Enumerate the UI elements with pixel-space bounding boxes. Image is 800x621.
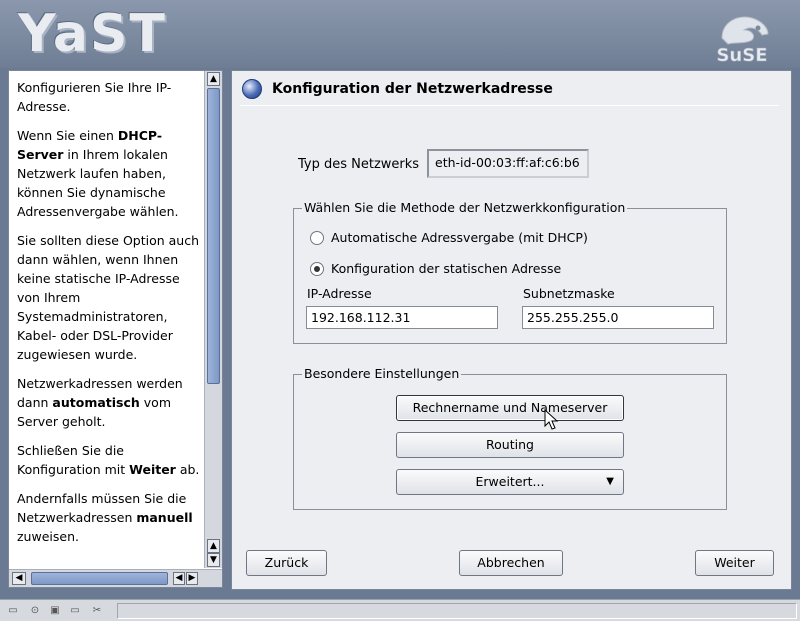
radio-indicator[interactable] (310, 261, 324, 276)
dhcp-radio-label: Automatische Adressvergabe (mit DHCP) (331, 230, 588, 245)
header-bar: YaST SuSE (0, 0, 800, 68)
horizontal-scroll-thumb[interactable] (31, 572, 168, 585)
help-text: Konfigurieren Sie Ihre IP-Adresse. Wenn S… (9, 71, 202, 568)
help-vertical-scrollbar[interactable]: ▲ ▲ ▼ (204, 71, 222, 568)
folder-icon[interactable]: ▭ (69, 605, 81, 616)
help-paragraph: Netzwerkadressen werden dann automatisch… (17, 374, 202, 431)
mouse-pointer-icon (544, 409, 559, 430)
subnet-mask-label: Subnetzmaske (523, 286, 615, 301)
suse-text: SuSE (716, 45, 767, 64)
help-paragraph: Konfigurieren Sie Ihre IP-Adresse. (17, 78, 202, 116)
hostname-nameserver-button[interactable]: Rechnername und Nameserver (396, 395, 624, 421)
special-settings-group: Besondere Einstellungen Rechnername und … (293, 366, 727, 510)
main-panel: Konfiguration der Netzwerkadresse Typ de… (231, 70, 792, 590)
network-globe-icon (242, 79, 262, 99)
scroll-up-arrow-icon[interactable]: ▲ (207, 539, 220, 553)
help-text-run: Konfigurieren Sie Ihre IP-Adresse. (17, 80, 172, 114)
dhcp-radio[interactable]: Automatische Adressvergabe (mit DHCP) (310, 230, 588, 245)
taskbar-task-area (117, 603, 797, 619)
help-bold-text: manuell (136, 510, 193, 525)
advanced-button[interactable]: Erweitert... ▼ (396, 469, 624, 495)
help-bold-text: Weiter (129, 462, 176, 477)
yast-logo: YaST (18, 4, 167, 64)
ip-address-label: IP-Adresse (307, 286, 372, 301)
scroll-left-arrow-icon[interactable]: ◀ (173, 572, 185, 585)
radio-indicator[interactable] (310, 230, 324, 245)
help-paragraph: Wenn Sie einen DHCP-Server in Ihrem loka… (17, 126, 202, 221)
scroll-up-arrow-icon[interactable]: ▲ (207, 72, 220, 86)
method-group-title: Wählen Sie die Methode der Netzwerkkonfi… (302, 200, 628, 215)
routing-button[interactable]: Routing (396, 432, 624, 458)
scroll-left-arrow-icon[interactable]: ◀ (12, 572, 26, 585)
help-panel: Konfigurieren Sie Ihre IP-Adresse. Wenn S… (8, 70, 223, 588)
suse-logo: SuSE (716, 16, 769, 64)
title-row: Konfiguration der Netzwerkadresse (242, 77, 553, 101)
lifebuoy-icon[interactable]: ⊙ (29, 605, 41, 616)
help-text-run: zuweisen. (17, 529, 79, 544)
advanced-button-label: Erweitert... (475, 474, 545, 489)
static-radio[interactable]: Konfiguration der statischen Adresse (310, 261, 561, 276)
help-paragraph: Schließen Sie die Konfiguration mit Weit… (17, 441, 202, 479)
method-group: Wählen Sie die Methode der Netzwerkkonfi… (293, 200, 727, 344)
network-type-value: eth-id-00:03:ff:af:c6:b6 (427, 149, 589, 178)
back-button[interactable]: Zurück (246, 550, 327, 576)
next-button[interactable]: Weiter (695, 550, 774, 576)
static-radio-label: Konfiguration der statischen Adresse (331, 261, 562, 276)
taskbar: ▭ ⊙ ▣ ▭ ✂ (0, 599, 800, 621)
network-type-label: Typ des Netzwerks (298, 157, 420, 172)
scroll-right-arrow-icon[interactable]: ▶ (186, 572, 198, 585)
disk-icon[interactable]: ▣ (49, 605, 61, 616)
vertical-scroll-thumb[interactable] (207, 88, 220, 384)
special-settings-title: Besondere Einstellungen (302, 366, 462, 381)
keyboard-icon[interactable]: ▭ (7, 605, 19, 616)
scroll-down-arrow-icon[interactable]: ▼ (207, 553, 220, 567)
help-horizontal-scrollbar[interactable]: ◀ ◀ ▶ (9, 569, 222, 587)
help-text-run: ab. (175, 462, 200, 477)
subnet-mask-input[interactable]: 255.255.255.0 (522, 306, 714, 329)
tools-icon[interactable]: ✂ (91, 605, 103, 616)
title-divider (240, 105, 779, 106)
help-paragraph: Sie sollten diese Option auch dann wähle… (17, 231, 202, 364)
help-text-run: Schließen Sie die Konfiguration mit (17, 443, 130, 477)
help-bold-text: automatisch (52, 395, 140, 410)
ip-address-input[interactable]: 192.168.112.31 (306, 306, 498, 329)
help-paragraph: Andernfalls müssen Sie die Netzwerkadres… (17, 489, 202, 546)
dropdown-arrow-icon: ▼ (606, 476, 614, 487)
page-title: Konfiguration der Netzwerkadresse (272, 81, 553, 97)
help-text-run: Wenn Sie einen (17, 128, 118, 143)
help-text-run: Sie sollten diese Option auch dann wähle… (17, 233, 200, 362)
cancel-button[interactable]: Abbrechen (459, 550, 563, 576)
